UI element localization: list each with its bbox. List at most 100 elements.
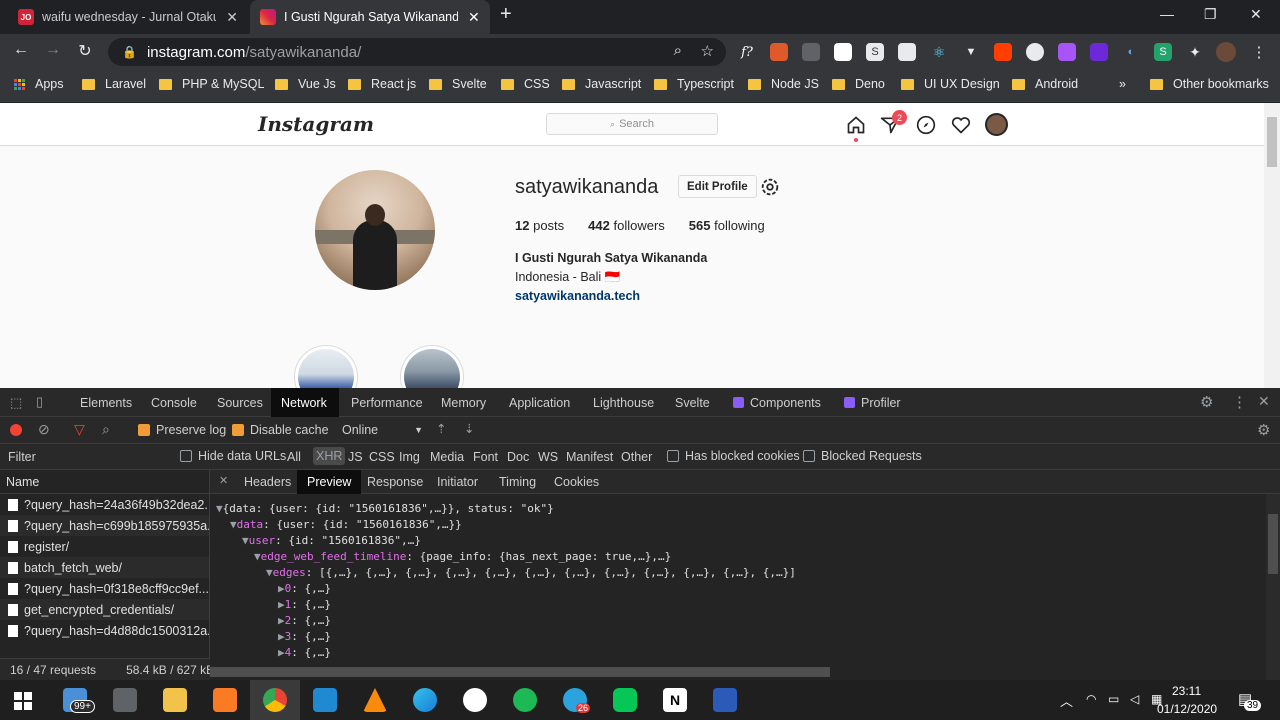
profile-picture[interactable] <box>315 170 435 290</box>
has-blocked-cookies-checkbox[interactable]: Has blocked cookies <box>667 449 800 463</box>
chat-extension-icon[interactable] <box>898 43 916 61</box>
preserve-log-checkbox[interactable]: Preserve log <box>138 423 226 437</box>
search-input[interactable]: ⌕ Search <box>546 113 718 135</box>
request-row[interactable]: batch_fetch_web/ <box>0 557 209 578</box>
wave-extension-icon[interactable]: ◐ <box>1122 43 1140 61</box>
bookmark-folder[interactable]: Vue Js <box>275 77 336 91</box>
store-app-icon[interactable] <box>113 688 137 712</box>
circle-extension-icon[interactable] <box>1026 43 1044 61</box>
bookmark-folder[interactable]: PHP & MySQL <box>159 77 264 91</box>
upload-icon[interactable]: ⇡ <box>436 421 446 436</box>
filter-input[interactable]: Filter <box>8 450 36 464</box>
filter-icon[interactable]: ▽ <box>74 421 85 438</box>
tab-response[interactable]: Response <box>357 470 433 494</box>
tab-performance[interactable]: Performance <box>341 388 433 417</box>
cube-extension-icon[interactable] <box>1090 43 1108 61</box>
tab-timing[interactable]: Timing <box>489 470 546 494</box>
file-explorer-icon[interactable] <box>163 688 187 712</box>
home-icon[interactable] <box>846 115 866 135</box>
name-column-header[interactable]: Name <box>0 470 209 494</box>
devtools-close-icon[interactable]: ✕ <box>1258 393 1270 410</box>
filter-js[interactable]: JS <box>348 450 363 464</box>
react-devtools-icon[interactable]: ⚛ <box>930 43 948 61</box>
powershell-app-icon[interactable] <box>713 688 737 712</box>
settings-gear-icon[interactable] <box>759 176 781 198</box>
notion-app-icon[interactable]: N <box>663 688 687 712</box>
following-count[interactable]: 565 following <box>689 218 765 233</box>
mongodb-app-icon[interactable] <box>463 688 487 712</box>
bookmark-folder[interactable]: React js <box>348 77 416 91</box>
download-icon[interactable]: ⇣ <box>464 421 474 436</box>
spotify-app-icon[interactable] <box>513 688 537 712</box>
bookmark-folder[interactable]: UI UX Design <box>901 77 1000 91</box>
close-detail-icon[interactable]: ✕ <box>219 474 228 487</box>
json-edge-item[interactable]: ▶3: {,…} <box>278 630 331 643</box>
close-tab-icon[interactable]: ✕ <box>226 9 238 26</box>
filter-other[interactable]: Other <box>621 450 652 464</box>
devtools-settings-gear-icon[interactable]: ⚙ <box>1200 393 1213 411</box>
bookmark-folder[interactable]: Javascript <box>562 77 641 91</box>
preview-horizontal-scrollbar[interactable] <box>210 664 1266 680</box>
maximize-icon[interactable]: ❐ <box>1204 6 1217 23</box>
request-row[interactable]: register/ <box>0 536 209 557</box>
request-row[interactable]: ?query_hash=24a36f49b32dea2... <box>0 494 209 515</box>
tab-components[interactable]: Components <box>740 388 831 417</box>
bookmark-folder[interactable]: Android <box>1012 77 1078 91</box>
hide-data-urls-checkbox[interactable]: Hide data URLs <box>180 449 286 463</box>
bookmark-folder[interactable]: Deno <box>832 77 885 91</box>
tab-memory[interactable]: Memory <box>431 388 496 417</box>
followers-count[interactable]: 442 followers <box>588 218 665 233</box>
new-tab-button[interactable]: + <box>500 3 512 26</box>
json-edge-item[interactable]: ▶0: {,…} <box>278 582 331 595</box>
back-icon[interactable]: ← <box>10 41 32 59</box>
filter-ws[interactable]: WS <box>538 450 558 464</box>
edit-profile-button[interactable]: Edit Profile <box>678 175 757 198</box>
json-edges-line[interactable]: ▼edges: [{,…}, {,…}, {,…}, {,…}, {,…}, {… <box>266 566 796 579</box>
json-root-line[interactable]: ▼{data: {user: {id: "1560161836",…}}, st… <box>216 502 554 515</box>
tab-console[interactable]: Console <box>141 388 207 417</box>
tab-profiler[interactable]: Profiler <box>851 388 911 417</box>
reload-icon[interactable]: ↻ <box>74 41 96 61</box>
wifi-icon[interactable]: ◠ <box>1086 692 1096 706</box>
vue-devtools-icon[interactable]: ▼ <box>962 43 980 61</box>
filter-all[interactable]: All <box>287 450 301 464</box>
tab-application[interactable]: Application <box>499 388 580 417</box>
xampp-app-icon[interactable] <box>213 688 237 712</box>
other-bookmarks[interactable]: Other bookmarks <box>1150 77 1269 91</box>
menu-kebab-icon[interactable]: ⋮ <box>1250 43 1268 61</box>
edge-app-icon[interactable] <box>413 688 437 712</box>
close-tab-icon[interactable]: ✕ <box>468 9 480 26</box>
minimize-icon[interactable]: — <box>1160 6 1174 22</box>
json-user-line[interactable]: ▼user: {id: "1560161836",…} <box>242 534 421 547</box>
tab-elements[interactable]: Elements <box>70 388 142 417</box>
bookmark-folder[interactable]: Typescript <box>654 77 734 91</box>
record-icon[interactable] <box>10 424 22 436</box>
bookmarks-overflow-button[interactable]: » <box>1119 77 1126 91</box>
zoom-search-icon[interactable]: ⌕ <box>674 42 682 59</box>
preview-vertical-scrollbar[interactable] <box>1266 494 1280 680</box>
json-edge-item[interactable]: ▶2: {,…} <box>278 614 331 627</box>
tab-sources[interactable]: Sources <box>207 388 273 417</box>
blocked-requests-checkbox[interactable]: Blocked Requests <box>803 449 922 463</box>
tray-chevron-up-icon[interactable]: ︿ <box>1060 691 1073 710</box>
filter-font[interactable]: Font <box>473 450 498 464</box>
activity-heart-icon[interactable] <box>951 115 971 135</box>
camera-extension-icon[interactable] <box>802 43 820 61</box>
s-extension-icon[interactable]: S <box>866 43 884 61</box>
volume-icon[interactable]: ◁ <box>1130 692 1139 706</box>
json-edge-item[interactable]: ▶1: {,…} <box>278 598 331 611</box>
battery-icon[interactable]: ▭ <box>1108 692 1119 706</box>
profile-avatar[interactable] <box>985 113 1008 136</box>
vscode-app-icon[interactable] <box>313 688 337 712</box>
clear-icon[interactable]: ⊘ <box>38 421 50 438</box>
story-highlight[interactable] <box>294 345 358 388</box>
devtools-menu-icon[interactable]: ⋮ <box>1232 393 1247 411</box>
s-green-extension-icon[interactable]: S <box>1154 43 1172 61</box>
filter-img[interactable]: Img <box>399 450 420 464</box>
request-row[interactable]: ?query_hash=0f318e8cff9cc9ef... <box>0 578 209 599</box>
tab-headers[interactable]: Headers <box>234 470 301 494</box>
request-row[interactable]: get_encrypted_credentials/ <box>0 599 209 620</box>
address-bar[interactable]: 🔒 instagram.com/satyawikananda/ ⌕ ☆ <box>108 38 726 66</box>
search-icon[interactable]: ⌕ <box>102 421 110 438</box>
svelte-devtools-icon[interactable] <box>994 43 1012 61</box>
